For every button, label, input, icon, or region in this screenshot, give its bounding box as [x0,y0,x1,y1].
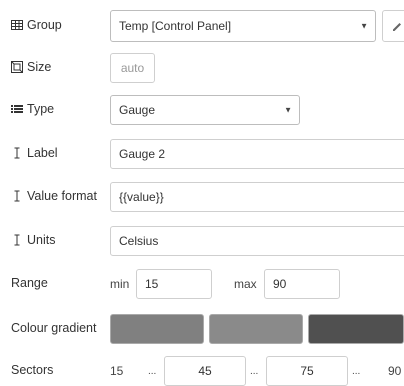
size-label: Size [11,60,51,74]
label-label: Label [11,146,58,160]
value-format-row: Value format {{value}} [0,182,404,212]
type-label: Type [11,102,54,116]
sectors-end: 90 [388,364,402,378]
sectors-label: Sectors [11,363,54,377]
type-select[interactable]: Gauge ▼ [110,95,300,125]
range-row: Range min 15 max 90 [0,269,404,299]
pencil-icon [393,23,401,31]
range-max-input[interactable]: 90 [264,269,340,299]
table-icon [11,19,23,31]
group-select[interactable]: Temp [Control Panel] ▼ [110,10,376,42]
chevron-down-icon: ▼ [284,105,292,115]
text-cursor-icon [11,190,23,202]
value-format-input[interactable]: {{value}} [110,182,404,212]
sectors-sep-3: ... [352,366,361,377]
colour-gradient-label: Colour gradient [11,321,97,335]
range-min-label: min [110,277,130,291]
colour-gradient-row: Colour gradient [0,314,404,344]
sectors-row: Sectors 15 ... 45 ... 75 ... 90 [0,356,404,386]
range-min-input[interactable]: 15 [136,269,212,299]
units-input[interactable]: Celsius [110,226,404,256]
sector-2-input[interactable]: 75 [266,356,348,386]
chevron-down-icon: ▼ [360,21,368,31]
group-row: Group Temp [Control Panel] ▼ [0,10,404,42]
sector-1-input[interactable]: 45 [164,356,246,386]
size-row: Size auto [0,53,404,83]
sectors-sep-2: ... [250,366,259,377]
text-cursor-icon [11,147,23,159]
colour-swatch-3[interactable] [308,314,404,344]
resize-icon [11,61,23,73]
units-row: Units Celsius [0,226,404,256]
text-cursor-icon [11,234,23,246]
range-label: Range [11,276,48,290]
size-button[interactable]: auto [110,53,155,83]
label-input[interactable]: Gauge 2 [110,139,404,169]
sectors-sep-1: ... [148,366,157,377]
label-row: Label Gauge 2 [0,139,404,169]
colour-swatch-2[interactable] [209,314,303,344]
value-format-label: Value format [11,189,97,203]
list-icon [11,103,23,115]
type-row: Type Gauge ▼ [0,95,404,125]
sectors-start: 15 [110,364,124,378]
edit-group-button[interactable] [382,10,404,42]
colour-swatch-1[interactable] [110,314,204,344]
group-label: Group [11,18,62,32]
range-max-label: max [234,277,257,291]
units-label: Units [11,233,55,247]
